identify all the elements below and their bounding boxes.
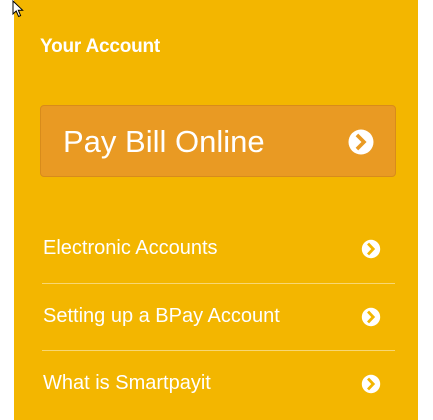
chevron-right-circle-icon (361, 374, 381, 394)
link-label: Electronic Accounts (43, 237, 218, 259)
link-setting-up-bpay[interactable]: Setting up a BPay Account (42, 283, 395, 350)
pay-bill-online-label: Pay Bill Online (63, 124, 265, 159)
account-title: Your Account (40, 36, 161, 57)
link-what-is-smartpayit[interactable]: What is Smartpayit (42, 350, 395, 417)
account-panel: Your Account Pay Bill Online Electronic … (14, 0, 418, 420)
link-electronic-accounts[interactable]: Electronic Accounts (42, 216, 395, 283)
chevron-right-circle-icon (361, 239, 381, 259)
chevron-right-circle-icon (348, 129, 374, 155)
link-label: What is Smartpayit (43, 372, 211, 394)
chevron-right-circle-icon (361, 307, 381, 327)
link-label: Setting up a BPay Account (43, 305, 280, 327)
pay-bill-online-button[interactable]: Pay Bill Online (40, 105, 396, 177)
account-links-list: Electronic Accounts Setting up a BPay Ac… (42, 216, 395, 417)
mouse-pointer-icon (12, 0, 24, 18)
